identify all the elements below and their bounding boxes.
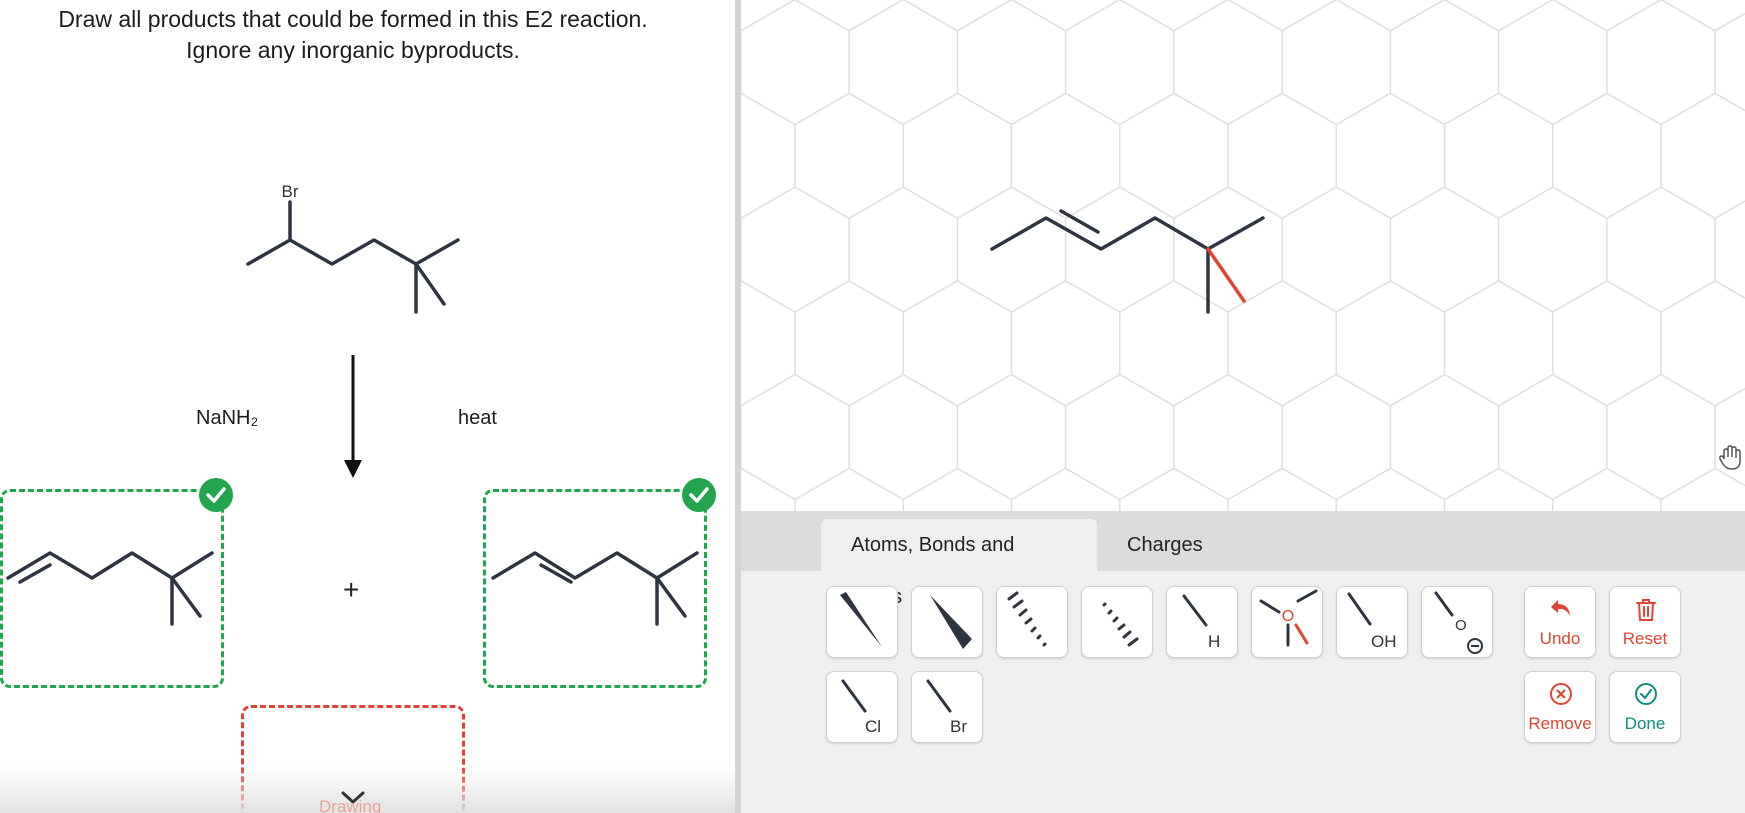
alkoxide-label: O	[1455, 617, 1467, 634]
hydrogen-bond-icon	[1182, 594, 1208, 627]
oxygen-template-icon: O	[1259, 589, 1318, 647]
hand-pan-icon[interactable]	[1717, 444, 1743, 472]
undo-button[interactable]: Undo	[1524, 586, 1596, 658]
bromine-label: Br	[950, 717, 967, 736]
hex-grid-lines	[741, 0, 1745, 511]
plus-sign: +	[343, 574, 360, 605]
hydrogen-label: H	[1208, 632, 1221, 651]
undo-icon	[1551, 600, 1570, 616]
chlorine-tool[interactable]: Cl	[826, 671, 898, 743]
hex-grid-canvas[interactable]	[741, 0, 1745, 511]
check-icon	[206, 487, 226, 503]
drawn-molecule[interactable]	[990, 209, 1265, 314]
remove-label: Remove	[1528, 714, 1592, 733]
reactant-substituent-label: Br	[282, 182, 299, 201]
remove-icon	[1550, 683, 1572, 705]
bold-wedge-bond-icon	[930, 595, 972, 649]
condition-label: heat	[458, 407, 497, 429]
wedge-bond-icon	[840, 592, 882, 647]
oxygen-template-tool[interactable]: O	[1251, 586, 1323, 658]
oxygen-label: O	[1282, 608, 1294, 625]
hash-bond-alt-tool[interactable]	[1081, 586, 1153, 658]
bromine-tool[interactable]: Br	[911, 671, 983, 743]
tab-charges[interactable]: Charges	[1097, 519, 1233, 571]
product-answer-box-2[interactable]	[483, 489, 707, 688]
done-button[interactable]: Done	[1609, 671, 1681, 743]
hash-bond-alt-icon	[1102, 602, 1139, 647]
correct-badge-1	[199, 478, 233, 512]
tab-bar: Atoms, Bonds and Rings Charges	[741, 511, 1745, 608]
reset-button[interactable]: Reset	[1609, 586, 1681, 658]
reactant-structure: Br	[246, 182, 460, 314]
hydrogen-bond-tool[interactable]: H	[1166, 586, 1238, 658]
done-check-icon	[1635, 683, 1657, 705]
question-panel: Draw all products that could be formed i…	[0, 0, 735, 813]
chlorine-label: Cl	[865, 717, 882, 736]
done-label: Done	[1624, 714, 1666, 733]
trash-icon	[1636, 599, 1656, 621]
chlorine-icon	[841, 679, 867, 713]
hydroxyl-label: OH	[1371, 632, 1397, 651]
product-2-structure	[491, 551, 699, 626]
remove-button[interactable]: Remove	[1524, 671, 1596, 743]
selected-bond[interactable]	[1206, 247, 1246, 303]
hydroxyl-tool[interactable]: OH	[1336, 586, 1408, 658]
reagent-label: NaNH₂	[196, 407, 259, 429]
hash-bond-tool[interactable]	[996, 586, 1068, 658]
wedge-bond-tool[interactable]	[826, 586, 898, 658]
correct-badge-2	[682, 478, 716, 512]
reaction-arrow	[344, 355, 362, 478]
reset-label: Reset	[1622, 629, 1668, 648]
product-answer-box-1[interactable]	[0, 489, 224, 688]
editor-toolbar: Atoms, Bonds and Rings Charges	[741, 511, 1745, 813]
check-icon	[689, 487, 709, 503]
hash-bond-icon	[1007, 591, 1047, 647]
undo-label: Undo	[1539, 629, 1581, 648]
drawing-editor: Atoms, Bonds and Rings Charges	[741, 0, 1745, 813]
bold-wedge-bond-tool[interactable]	[911, 586, 983, 658]
product-1-structure	[6, 551, 214, 626]
drawing-status-label: Drawing	[319, 797, 382, 813]
alkoxide-tool[interactable]: O	[1421, 586, 1493, 658]
tab-atoms-bonds-rings[interactable]: Atoms, Bonds and Rings	[821, 519, 1097, 608]
bromine-icon	[926, 679, 952, 713]
